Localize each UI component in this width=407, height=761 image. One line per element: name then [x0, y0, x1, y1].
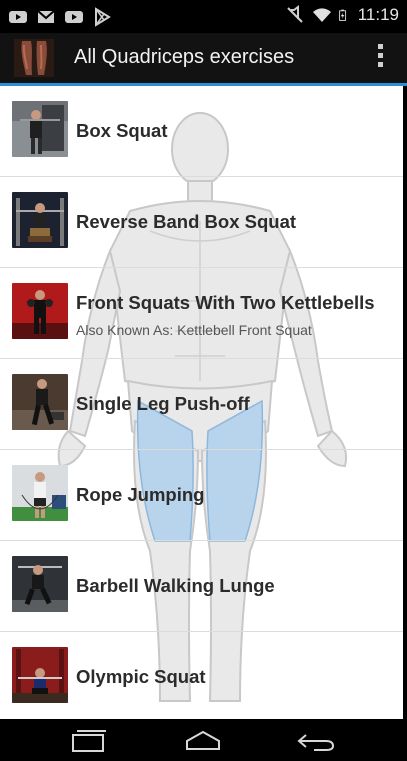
- list-item[interactable]: Olympic Squat: [0, 632, 403, 719]
- exercise-title: Front Squats With Two Kettlebells: [76, 292, 375, 313]
- exercise-subtitle: Also Known As: Kettlebell Front Squat: [76, 322, 312, 338]
- app-logo-icon[interactable]: [14, 39, 54, 77]
- overflow-dot-icon: [377, 44, 383, 49]
- exercise-thumbnail: [12, 647, 68, 703]
- overflow-menu-button[interactable]: [375, 44, 385, 72]
- list-item[interactable]: Box Squat: [0, 86, 403, 177]
- recent-apps-icon[interactable]: [68, 729, 108, 753]
- status-bar: 11:19: [0, 0, 407, 33]
- exercise-thumbnail: [12, 556, 68, 612]
- clock: 11:19: [357, 5, 399, 24]
- exercise-thumbnail: [12, 192, 68, 248]
- play-store-icon: [95, 7, 111, 27]
- notification-icons: [8, 7, 112, 27]
- list-item[interactable]: Reverse Band Box Squat: [0, 177, 403, 268]
- youtube-icon: [65, 11, 83, 23]
- home-icon[interactable]: [183, 729, 223, 753]
- action-bar: All Quadriceps exercises: [0, 33, 407, 86]
- overflow-dot-icon: [377, 53, 383, 58]
- overflow-dot-icon: [377, 62, 383, 67]
- back-icon[interactable]: [296, 729, 336, 753]
- exercise-title: Box Squat: [76, 120, 168, 141]
- exercise-title: Barbell Walking Lunge: [76, 575, 275, 596]
- exercise-title: Olympic Squat: [76, 666, 206, 687]
- exercise-list: Box Squat Reverse Band Box Squat Front S…: [0, 86, 403, 719]
- exercise-list-area[interactable]: Box Squat Reverse Band Box Squat Front S…: [0, 86, 407, 719]
- list-item[interactable]: Rope Jumping: [0, 450, 403, 541]
- list-item[interactable]: Barbell Walking Lunge: [0, 541, 403, 632]
- wifi-icon: [312, 8, 331, 22]
- list-item[interactable]: Front Squats With Two Kettlebells Also K…: [0, 268, 403, 359]
- exercise-title: Single Leg Push-off: [76, 393, 250, 414]
- exercise-thumbnail: [12, 283, 68, 339]
- exercise-title: Reverse Band Box Squat: [76, 211, 297, 232]
- exercise-title: Rope Jumping: [76, 484, 205, 505]
- page-title: All Quadriceps exercises: [74, 46, 295, 68]
- exercise-thumbnail: [12, 465, 68, 521]
- navigation-bar: [0, 719, 407, 761]
- exercise-thumbnail: [12, 374, 68, 430]
- gmail-icon: [37, 10, 55, 23]
- system-icons: 11:19: [285, 5, 399, 25]
- mute-icon: [287, 5, 303, 23]
- youtube-icon: [9, 11, 27, 23]
- exercise-thumbnail: [12, 101, 68, 157]
- list-item[interactable]: Single Leg Push-off: [0, 359, 403, 450]
- battery-icon: [338, 9, 346, 21]
